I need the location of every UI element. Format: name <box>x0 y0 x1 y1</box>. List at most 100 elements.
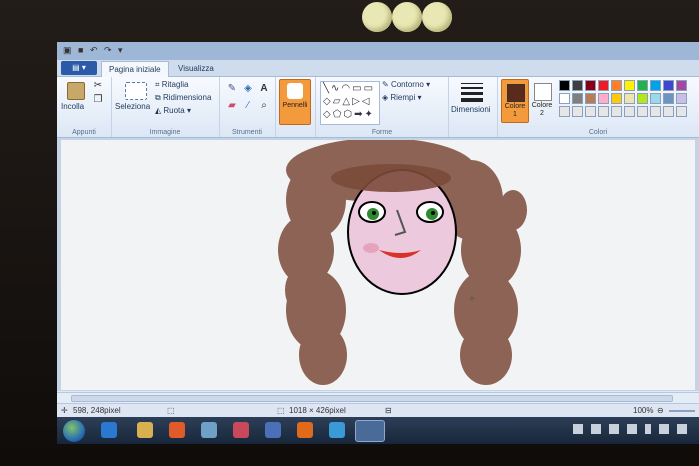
paint-taskbar-icon[interactable] <box>355 420 385 442</box>
palette-swatch[interactable] <box>663 80 674 91</box>
palette-swatch[interactable] <box>624 93 635 104</box>
cursor-crosshair: + <box>469 294 475 305</box>
drawing-canvas[interactable]: + <box>61 140 695 390</box>
shapes-group: ╲∿◠▭▭ ◇▱△▷◁ ◇⬠⬡➡✦ ✎ Contorno ▾ ◈ Riempi ▾ … <box>315 77 449 137</box>
palette-swatch[interactable] <box>663 106 674 117</box>
palette-swatch[interactable] <box>624 106 635 117</box>
app-icon-2[interactable] <box>233 422 249 438</box>
pencil-icon[interactable]: ✎ <box>225 82 239 96</box>
palette-swatch[interactable] <box>611 80 622 91</box>
status-bar: ✛ 598, 248pixel ⬚ ⬚ 1018 × 426pixel ⊟ 10… <box>57 403 699 418</box>
resize-icon: ⧉ <box>155 93 163 102</box>
fill-button[interactable]: ◈ Riempi ▾ <box>382 93 422 102</box>
left-eye <box>358 201 386 223</box>
hair-fringe <box>331 164 451 192</box>
palette-swatch[interactable] <box>676 93 687 104</box>
palette-swatch[interactable] <box>559 106 570 117</box>
ribbon-tabs: ▤ ▾ Pagina iniziale Visualizza <box>57 60 699 77</box>
palette-swatch[interactable] <box>598 106 609 117</box>
color2-label: Colore 2 <box>531 102 553 117</box>
palette-swatch[interactable] <box>585 93 596 104</box>
battery-icon[interactable] <box>645 424 651 434</box>
magnifier-icon[interactable]: ⌕ <box>257 99 271 113</box>
eraser-icon[interactable]: ▰ <box>225 99 239 113</box>
tools-group: ✎ ◈ A ▰ ⁄ ⌕ Strumenti <box>219 77 276 137</box>
palette-swatch[interactable] <box>637 80 648 91</box>
tab-view[interactable]: Visualizza <box>171 61 221 76</box>
outline-button[interactable]: ✎ Contorno ▾ <box>382 80 430 89</box>
start-button[interactable] <box>63 420 85 442</box>
crop-button[interactable]: ⌗ Ritaglia <box>155 80 188 90</box>
app-icon-3[interactable] <box>265 422 281 438</box>
scrollbar-thumb[interactable] <box>71 395 673 402</box>
zoom-out-icon[interactable]: ⊖ <box>657 406 664 415</box>
palette-swatch[interactable] <box>559 93 570 104</box>
palette-swatch[interactable] <box>650 80 661 91</box>
color1-label: Colore 1 <box>504 103 526 118</box>
size-group[interactable]: Dimensioni <box>447 77 498 137</box>
brushes-button[interactable]: Pennelli <box>279 79 311 125</box>
palette-swatch[interactable] <box>637 106 648 117</box>
crop-icon: ⌗ <box>155 80 162 89</box>
app-icon-1[interactable] <box>201 422 217 438</box>
select-button[interactable]: Seleziona <box>115 102 150 111</box>
palette-swatch[interactable] <box>585 106 596 117</box>
shapes-gallery[interactable]: ╲∿◠▭▭ ◇▱△▷◁ ◇⬠⬡➡✦ <box>320 81 380 125</box>
palette-swatch[interactable] <box>572 80 583 91</box>
palette-swatch[interactable] <box>663 93 674 104</box>
palette-swatch[interactable] <box>624 80 635 91</box>
file-menu-button[interactable]: ▤ ▾ <box>61 61 97 75</box>
title-bar: ▣ ■ ↶ ↷ ▾ <box>57 42 699 60</box>
palette-swatch[interactable] <box>572 93 583 104</box>
network-icon[interactable] <box>659 424 669 434</box>
fill-bucket-icon[interactable]: ◈ <box>241 82 255 96</box>
crop-label: Ritaglia <box>161 80 189 89</box>
volume-icon[interactable] <box>677 424 687 434</box>
rotate-button[interactable]: ◭ Ruota ▾ <box>155 106 191 115</box>
color-picker-icon[interactable]: ⁄ <box>241 99 255 113</box>
paste-button[interactable]: Incolla <box>61 102 84 111</box>
copy-icon[interactable]: ❐ <box>91 93 105 107</box>
paint-window: ▣ ■ ↶ ↷ ▾ ▤ ▾ Pagina iniziale Visualizza… <box>57 42 699 444</box>
palette-swatch[interactable] <box>676 106 687 117</box>
palette-swatch[interactable] <box>585 80 596 91</box>
tab-home[interactable]: Pagina iniziale <box>101 61 169 77</box>
cut-icon[interactable]: ✂ <box>91 79 105 93</box>
palette-swatch[interactable] <box>598 80 609 91</box>
zoom-slider[interactable] <box>669 410 695 412</box>
text-tool-icon[interactable]: A <box>257 82 271 96</box>
palette-swatch[interactable] <box>637 93 648 104</box>
image-group-label: Immagine <box>149 129 181 136</box>
palette-swatch[interactable] <box>611 106 622 117</box>
colors-group-label: Colori <box>588 129 608 136</box>
file-size-icon: ⊟ <box>385 406 392 415</box>
quick-access-toolbar[interactable]: ▣ ■ ↶ ↷ ▾ <box>63 45 125 56</box>
palette-swatch[interactable] <box>650 93 661 104</box>
app-icon-4[interactable] <box>329 422 345 438</box>
tray-icon-3[interactable] <box>609 424 619 434</box>
cursor-position: 598, 248pixel <box>73 406 121 415</box>
color1-button[interactable]: Colore 1 <box>501 79 529 123</box>
webcam <box>362 2 452 32</box>
palette-swatch[interactable] <box>559 80 570 91</box>
palette-swatch[interactable] <box>650 106 661 117</box>
palette-swatch[interactable] <box>598 93 609 104</box>
tray-icon-1[interactable] <box>573 424 583 434</box>
ie-icon[interactable] <box>101 422 117 438</box>
resize-button[interactable]: ⧉ Ridimensiona <box>155 93 211 103</box>
tray-icon-2[interactable] <box>591 424 601 434</box>
palette-swatch[interactable] <box>611 93 622 104</box>
palette-swatch[interactable] <box>572 106 583 117</box>
palette-swatch[interactable] <box>676 80 687 91</box>
cursor-position-icon: ✛ <box>61 406 68 415</box>
tray-icon-4[interactable] <box>627 424 637 434</box>
horizontal-scrollbar[interactable] <box>57 392 699 403</box>
media-player-icon[interactable] <box>169 422 185 438</box>
zoom-level: 100% <box>633 406 654 415</box>
color1-swatch <box>507 84 525 102</box>
tools-group-label: Strumenti <box>232 129 262 136</box>
vlc-icon[interactable] <box>297 422 313 438</box>
folder-icon[interactable] <box>137 422 153 438</box>
color2-button[interactable]: Colore 2 <box>529 79 555 121</box>
rotate-label: Ruota <box>163 106 185 115</box>
